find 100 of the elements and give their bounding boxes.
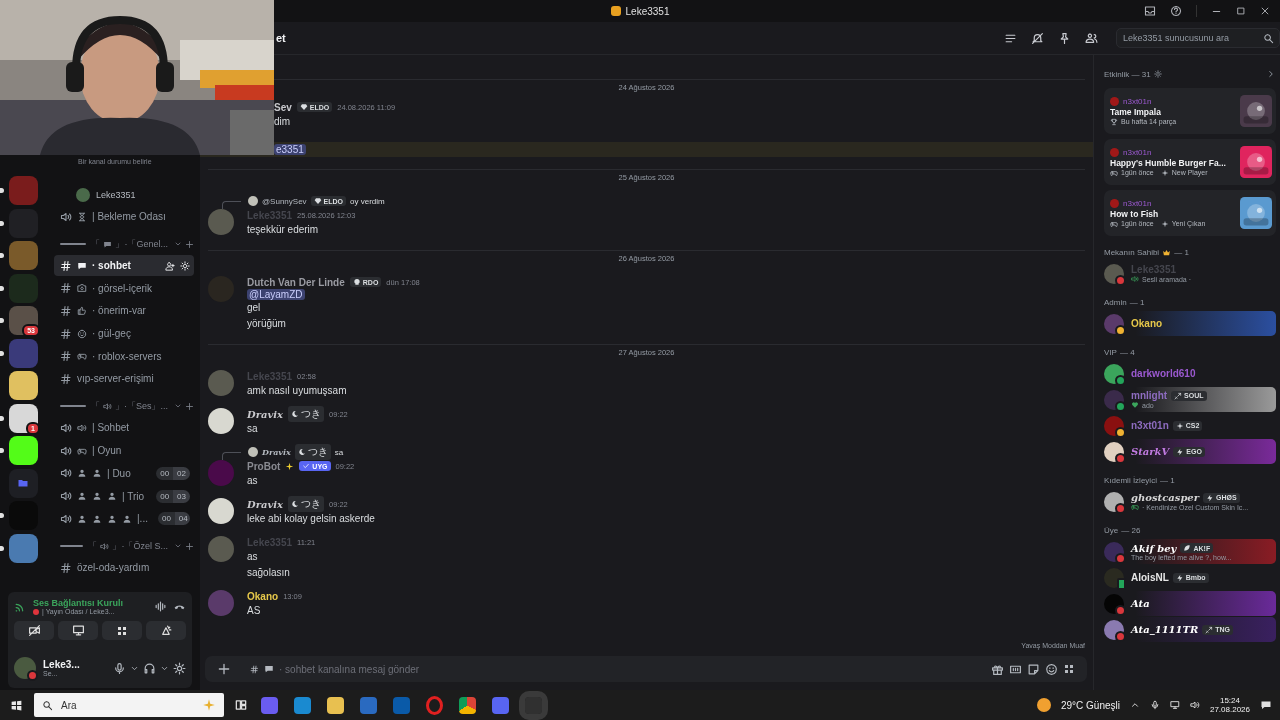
channel-item[interactable]: · gül-geç (54, 323, 194, 345)
user-mention[interactable]: @LayamZD (247, 289, 305, 300)
reply-author[interactable]: Dravix (262, 447, 291, 457)
skull-icon (352, 278, 361, 286)
hash-icon (60, 259, 72, 272)
speaker-icon[interactable] (1189, 700, 1200, 710)
channel-item[interactable]: | Sohbet (54, 417, 194, 439)
plus-icon[interactable] (217, 662, 231, 676)
server-icon[interactable] (8, 403, 38, 433)
author-name[interactable]: Okano (247, 590, 279, 602)
member-item[interactable]: darkworld610 (1100, 361, 1276, 386)
app-icon[interactable] (459, 696, 476, 714)
plus-icon[interactable] (185, 401, 194, 411)
bolt-icon (1175, 573, 1184, 582)
member-name: darkworld610 (1131, 368, 1196, 379)
message-composer[interactable]: · sohbet kanalına mesaj gönder (205, 656, 1087, 682)
channel-item[interactable]: vıp-server-erişimi (54, 368, 194, 390)
category-name[interactable]: 」·「Genel... (115, 237, 168, 251)
member-name: AloisNL (1131, 572, 1169, 583)
maximize-icon[interactable] (1236, 6, 1246, 16)
camera-off-icon (27, 624, 41, 637)
connection-status[interactable]: Ses Bağlantısı Kurulı (33, 598, 148, 608)
message-text: leke abi kolay gelsin askerde (247, 512, 375, 526)
screen-share-button[interactable] (58, 621, 98, 640)
screen-icon[interactable] (1169, 700, 1180, 710)
author-name[interactable]: Dutch Van Der Linde (247, 276, 345, 288)
reply-preview[interactable]: oy verdim (350, 196, 385, 206)
task-view-icon[interactable] (234, 698, 248, 712)
chevron-down-icon[interactable] (174, 240, 182, 248)
chevron-right-icon[interactable] (1266, 69, 1276, 79)
mic-icon[interactable] (1149, 700, 1160, 710)
channel-item[interactable]: · sohbet (54, 255, 194, 276)
mic-icon[interactable] (113, 661, 126, 675)
server-folder[interactable] (8, 468, 38, 498)
channel-item[interactable]: | Bekleme Odası (54, 206, 194, 227)
channel-item[interactable]: · görsel-içerik (54, 277, 194, 299)
channel-item[interactable]: | Duo 00 02 (54, 462, 194, 484)
channel-item[interactable]: | Oyun (54, 440, 194, 462)
avatar (248, 447, 258, 457)
pin-icon[interactable] (1058, 31, 1071, 45)
inbox-icon[interactable] (1144, 5, 1156, 17)
reply-preview[interactable]: sa (334, 447, 344, 457)
message-text: as (247, 474, 259, 488)
plus-icon[interactable] (185, 541, 194, 551)
channel-item[interactable]: özel-oda-yardım (54, 557, 194, 579)
hash-icon (60, 327, 72, 340)
speaker-icon (60, 444, 72, 457)
hash-icon (60, 350, 72, 363)
soundboard-button[interactable] (146, 621, 186, 640)
close-icon[interactable] (1260, 6, 1270, 16)
app-icon[interactable] (294, 696, 311, 714)
help-icon[interactable] (1170, 5, 1182, 17)
member-name: Okano (1131, 318, 1163, 329)
add-person-icon[interactable] (165, 260, 175, 271)
smiley-icon[interactable] (1045, 662, 1058, 676)
server-icon[interactable] (8, 436, 38, 465)
person-icon (92, 513, 102, 524)
author-name[interactable]: Sev (274, 101, 292, 113)
avatar (248, 196, 258, 206)
moon-icon (291, 500, 299, 508)
author-name[interactable]: Dravix (247, 408, 283, 420)
headphones-icon[interactable] (143, 661, 156, 675)
category-name[interactable]: 」·「Özel S... (112, 539, 168, 553)
category-name[interactable]: 」·「Ses」... (115, 399, 168, 413)
voice-member-name[interactable]: Leke3351 (96, 190, 136, 200)
channel-item[interactable]: · roblox-servers (54, 345, 194, 367)
bell-off-icon[interactable] (1031, 31, 1044, 45)
chevron-up-icon[interactable] (1129, 700, 1140, 710)
gear-icon[interactable] (173, 661, 186, 675)
gift-icon[interactable] (991, 662, 1004, 676)
grid-icon[interactable] (1063, 663, 1075, 675)
user-name: n3xt01n (1123, 198, 1152, 208)
user-mention[interactable]: e3351 (274, 144, 306, 155)
camera-button[interactable] (14, 621, 54, 640)
reply-author[interactable]: @SunnySev (262, 196, 307, 206)
windows-icon[interactable] (9, 698, 23, 712)
channel-item[interactable]: |... 00 04 (54, 508, 194, 530)
members-icon[interactable] (1085, 31, 1098, 45)
author-name[interactable]: Dravix (247, 498, 283, 510)
activity-title: Happy's Humble Burger Fa... (1110, 157, 1227, 168)
app-icon[interactable] (327, 696, 344, 714)
chat-icon[interactable] (1260, 699, 1272, 711)
sticker-icon[interactable] (1027, 662, 1040, 676)
member-name: Akif bey (1131, 542, 1177, 554)
live-dot (33, 608, 39, 615)
waveform-icon[interactable] (154, 600, 167, 613)
message-input[interactable]: · sohbet kanalına mesaj gönder (279, 663, 976, 675)
taskbar-search[interactable]: Ara (34, 693, 224, 717)
plus-icon[interactable] (185, 239, 194, 249)
hourglass-icon (77, 211, 87, 222)
message-text: yörüğüm (247, 317, 287, 331)
hash-icon (60, 304, 72, 317)
channel-item[interactable]: · önerim-var (54, 300, 194, 322)
avatar[interactable] (208, 498, 234, 524)
channel-item[interactable]: | Trio 00 03 (54, 485, 194, 507)
server-icon[interactable] (8, 371, 38, 400)
author-name[interactable]: ProBot (247, 460, 281, 472)
avatar[interactable] (208, 408, 234, 434)
activities-button[interactable] (102, 621, 142, 640)
search-field[interactable]: Leke3351 sunucusunu ara (1116, 28, 1280, 48)
